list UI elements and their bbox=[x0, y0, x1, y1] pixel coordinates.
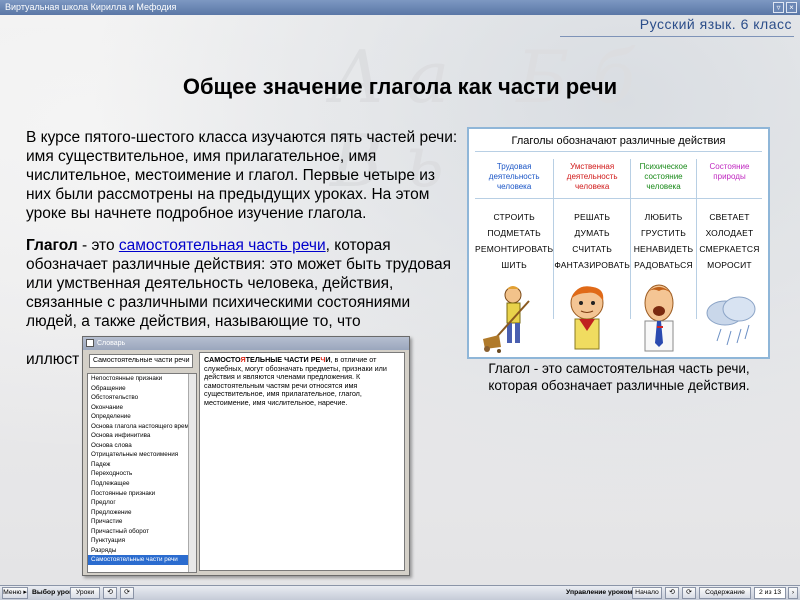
illustration-title: Глаголы обозначают различные действия bbox=[475, 129, 762, 152]
window-title-bar: Виртуальная школа Кирилла и Мефодия ▿ × bbox=[0, 0, 800, 15]
verb: ХОЛОДАЕТ bbox=[705, 228, 754, 238]
verb: ПОДМЕТАТЬ bbox=[487, 228, 541, 238]
list-item[interactable]: Предложение bbox=[88, 508, 196, 518]
bottom-toolbar: Меню ▸ Выбор урока: Уроки ⟲ ⟳ Управление… bbox=[0, 585, 800, 600]
list-item[interactable]: Разряды bbox=[88, 546, 196, 556]
forward-arrow-icon[interactable]: ⟳ bbox=[120, 587, 134, 599]
lessons-button[interactable]: Уроки bbox=[70, 587, 100, 599]
verbs-illustration: Глаголы обозначают различные действия Тр… bbox=[467, 127, 770, 359]
list-item[interactable]: Определение bbox=[88, 412, 196, 422]
list-item[interactable]: Постоянные признаки bbox=[88, 489, 196, 499]
dictionary-window[interactable]: Словарь Самостоятельные части речи Непос… bbox=[82, 336, 410, 576]
dictionary-icon bbox=[86, 339, 94, 347]
column-head: Состояние природы bbox=[697, 159, 762, 199]
verb: ГРУСТИТЬ bbox=[640, 228, 686, 238]
verb-list: СВЕТАЕТ ХОЛОДАЕТ СМЕРКАЕТСЯ МОРОСИТ bbox=[697, 199, 762, 273]
lesson-heading: Общее значение глагола как части речи bbox=[182, 74, 618, 99]
lesson-control-label: Управление уроком: bbox=[566, 589, 635, 596]
list-item[interactable]: Переходность bbox=[88, 469, 196, 479]
angry-man-figure bbox=[644, 284, 674, 352]
list-scrollbar[interactable] bbox=[188, 374, 196, 572]
start-button[interactable]: Начало bbox=[632, 587, 662, 599]
dictionary-search-input[interactable]: Самостоятельные части речи bbox=[89, 354, 193, 368]
verb: РЕМОНТИРОВАТЬ bbox=[475, 244, 554, 254]
verb: ШИТЬ bbox=[501, 260, 527, 270]
verb: РАДОВАТЬСЯ bbox=[634, 260, 693, 270]
verb: ФАНТАЗИРОВАТЬ bbox=[554, 260, 630, 270]
list-item[interactable]: Падеж bbox=[88, 460, 196, 470]
verb: СТРОИТЬ bbox=[493, 212, 535, 222]
verb: МОРОСИТ bbox=[707, 260, 752, 270]
list-item[interactable]: Обстоятельство bbox=[88, 393, 196, 403]
list-item[interactable]: Причастие bbox=[88, 517, 196, 527]
verb: СМЕРКАЕТСЯ bbox=[699, 244, 760, 254]
entry-body: , в отличие от служебных, могут обознача… bbox=[204, 355, 387, 407]
dictionary-entry: САМОСТОЯТЕЛЬНЫЕ ЧАСТИ РЕЧИ, в отличие от… bbox=[199, 352, 405, 571]
prev-icon[interactable]: ⟲ bbox=[665, 587, 679, 599]
definition-text-a: - это bbox=[77, 237, 119, 254]
term-verb: Глагол bbox=[26, 237, 78, 254]
back-arrow-icon[interactable]: ⟲ bbox=[103, 587, 117, 599]
verb: СВЕТАЕТ bbox=[709, 212, 750, 222]
list-item-selected[interactable]: Самостоятельные части речи bbox=[88, 555, 196, 565]
verb: НЕНАВИДЕТЬ bbox=[633, 244, 694, 254]
rain-cloud-figure bbox=[706, 296, 756, 346]
intro-paragraph: В курсе пятого-шестого класса изучаются … bbox=[26, 129, 458, 222]
dictionary-title-bar[interactable]: Словарь bbox=[83, 337, 409, 350]
thinking-boy-figure bbox=[570, 286, 604, 350]
sweeping-boy-figure bbox=[483, 286, 530, 353]
illustration-caption: Глагол - это самостоятельная часть речи,… bbox=[488, 361, 750, 393]
column-head: Психическое состояние человека bbox=[631, 159, 696, 199]
contents-button[interactable]: Содержание урока bbox=[699, 587, 751, 600]
list-item[interactable]: Непостоянные признаки bbox=[88, 374, 196, 384]
term-link[interactable]: самостоятельная часть речи bbox=[119, 237, 326, 254]
dictionary-term-list[interactable]: Непостоянные признаки Обращение Обстояте… bbox=[87, 373, 197, 573]
close-button[interactable]: × bbox=[786, 2, 797, 13]
list-item[interactable]: Основа слова bbox=[88, 441, 196, 451]
minimize-button[interactable]: ▿ bbox=[773, 2, 784, 13]
verb-list: СТРОИТЬ ПОДМЕТАТЬ РЕМОНТИРОВАТЬ ШИТЬ bbox=[475, 199, 553, 273]
verb: РЕШАТЬ bbox=[574, 212, 611, 222]
page-counter: 2 из 13 bbox=[754, 587, 786, 599]
window-title: Виртуальная школа Кирилла и Мефодия bbox=[5, 2, 177, 12]
verb-list: ЛЮБИТЬ ГРУСТИТЬ НЕНАВИДЕТЬ РАДОВАТЬСЯ bbox=[631, 199, 696, 273]
menu-button[interactable]: Меню ▸ bbox=[2, 587, 28, 599]
course-label: Русский язык. 6 класс bbox=[639, 16, 792, 32]
definition-text-d: иллюст bbox=[26, 351, 80, 368]
list-item[interactable]: Отрицательные местоимения bbox=[88, 450, 196, 460]
verb: ЛЮБИТЬ bbox=[644, 212, 683, 222]
list-item[interactable]: Окончание bbox=[88, 403, 196, 413]
course-underline bbox=[560, 36, 794, 37]
column-head: Трудовая деятельность человека bbox=[475, 159, 554, 199]
verb: СЧИТАТЬ bbox=[572, 244, 613, 254]
list-item[interactable]: Причастный оборот bbox=[88, 527, 196, 537]
list-item[interactable]: Подлежащее bbox=[88, 479, 196, 489]
next-icon[interactable]: ⟳ bbox=[682, 587, 696, 599]
list-item[interactable]: Обращение bbox=[88, 384, 196, 394]
dictionary-title: Словарь bbox=[97, 340, 126, 347]
page-next-icon[interactable]: › bbox=[788, 587, 798, 599]
column-head: Умственная деятельность человека bbox=[554, 159, 630, 199]
verb-list: РЕШАТЬ ДУМАТЬ СЧИТАТЬ ФАНТАЗИРОВАТЬ bbox=[554, 199, 630, 273]
list-item[interactable]: Пунктуация bbox=[88, 536, 196, 546]
list-item[interactable]: Предлог bbox=[88, 498, 196, 508]
list-item[interactable]: Основа инфинитива bbox=[88, 431, 196, 441]
verb: ДУМАТЬ bbox=[574, 228, 610, 238]
list-item[interactable]: Основа глагола настоящего времени bbox=[88, 422, 196, 432]
